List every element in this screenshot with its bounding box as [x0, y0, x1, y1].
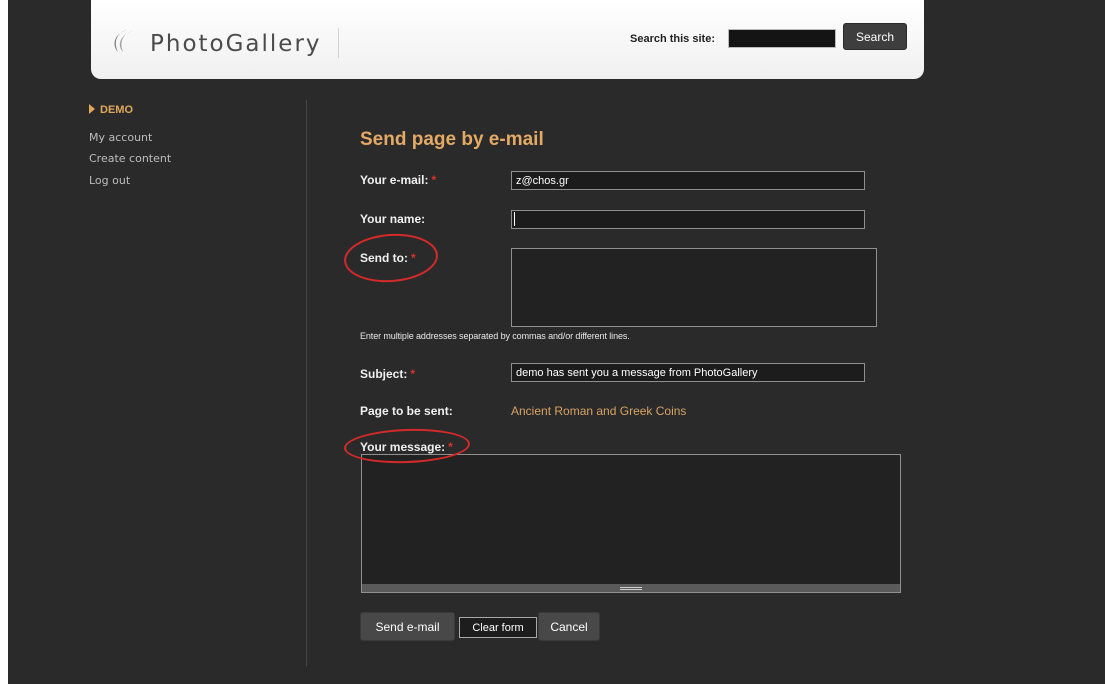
sidebar-link-create-content[interactable]: Create content	[89, 152, 171, 166]
your-email-field[interactable]	[511, 171, 865, 190]
page-title: Send page by e-mail	[360, 129, 544, 150]
textarea-resize-grippie[interactable]	[361, 584, 901, 593]
site-header: PhotoGallery Search this site: Search	[91, 0, 924, 79]
logo-divider	[338, 28, 339, 58]
cancel-button[interactable]: Cancel	[538, 612, 600, 641]
search-input[interactable]	[728, 29, 836, 48]
grippie-handle-icon	[620, 587, 642, 590]
your-email-label: Your e-mail: *	[360, 173, 436, 188]
subject-field[interactable]	[511, 363, 865, 382]
your-email-label-text: Your e-mail:	[360, 173, 429, 187]
send-to-help-text: Enter multiple addresses separated by co…	[360, 331, 630, 341]
your-name-field[interactable]	[511, 210, 865, 229]
your-message-field[interactable]	[361, 454, 901, 585]
search-button[interactable]: Search	[843, 23, 907, 50]
send-email-button[interactable]: Send e-mail	[360, 612, 455, 641]
annotation-ring-send-to	[342, 230, 440, 286]
text-caret	[514, 212, 515, 226]
page-to-be-sent-label: Page to be sent:	[360, 404, 453, 418]
page: PhotoGallery Search this site: Search DE…	[8, 0, 1105, 684]
required-marker: *	[410, 367, 416, 381]
content-divider	[306, 100, 307, 666]
sidebar-link-log-out[interactable]: Log out	[89, 174, 130, 188]
page-to-be-sent-link[interactable]: Ancient Roman and Greek Coins	[511, 404, 686, 419]
search-label: Search this site:	[630, 33, 715, 45]
sidebar-user-name: DEMO	[100, 104, 133, 116]
triangle-right-icon	[89, 104, 95, 114]
site-logo-text[interactable]: PhotoGallery	[150, 30, 322, 58]
sidebar-user-heading[interactable]: DEMO	[89, 103, 133, 117]
crescent-logo-icon	[114, 30, 133, 52]
subject-label: Subject: *	[360, 367, 415, 382]
your-name-label: Your name:	[360, 212, 426, 226]
subject-label-text: Subject:	[360, 367, 408, 381]
send-to-field[interactable]	[511, 248, 877, 327]
clear-form-button[interactable]: Clear form	[459, 617, 537, 638]
sidebar-link-my-account[interactable]: My account	[89, 131, 152, 145]
required-marker: *	[431, 173, 437, 187]
